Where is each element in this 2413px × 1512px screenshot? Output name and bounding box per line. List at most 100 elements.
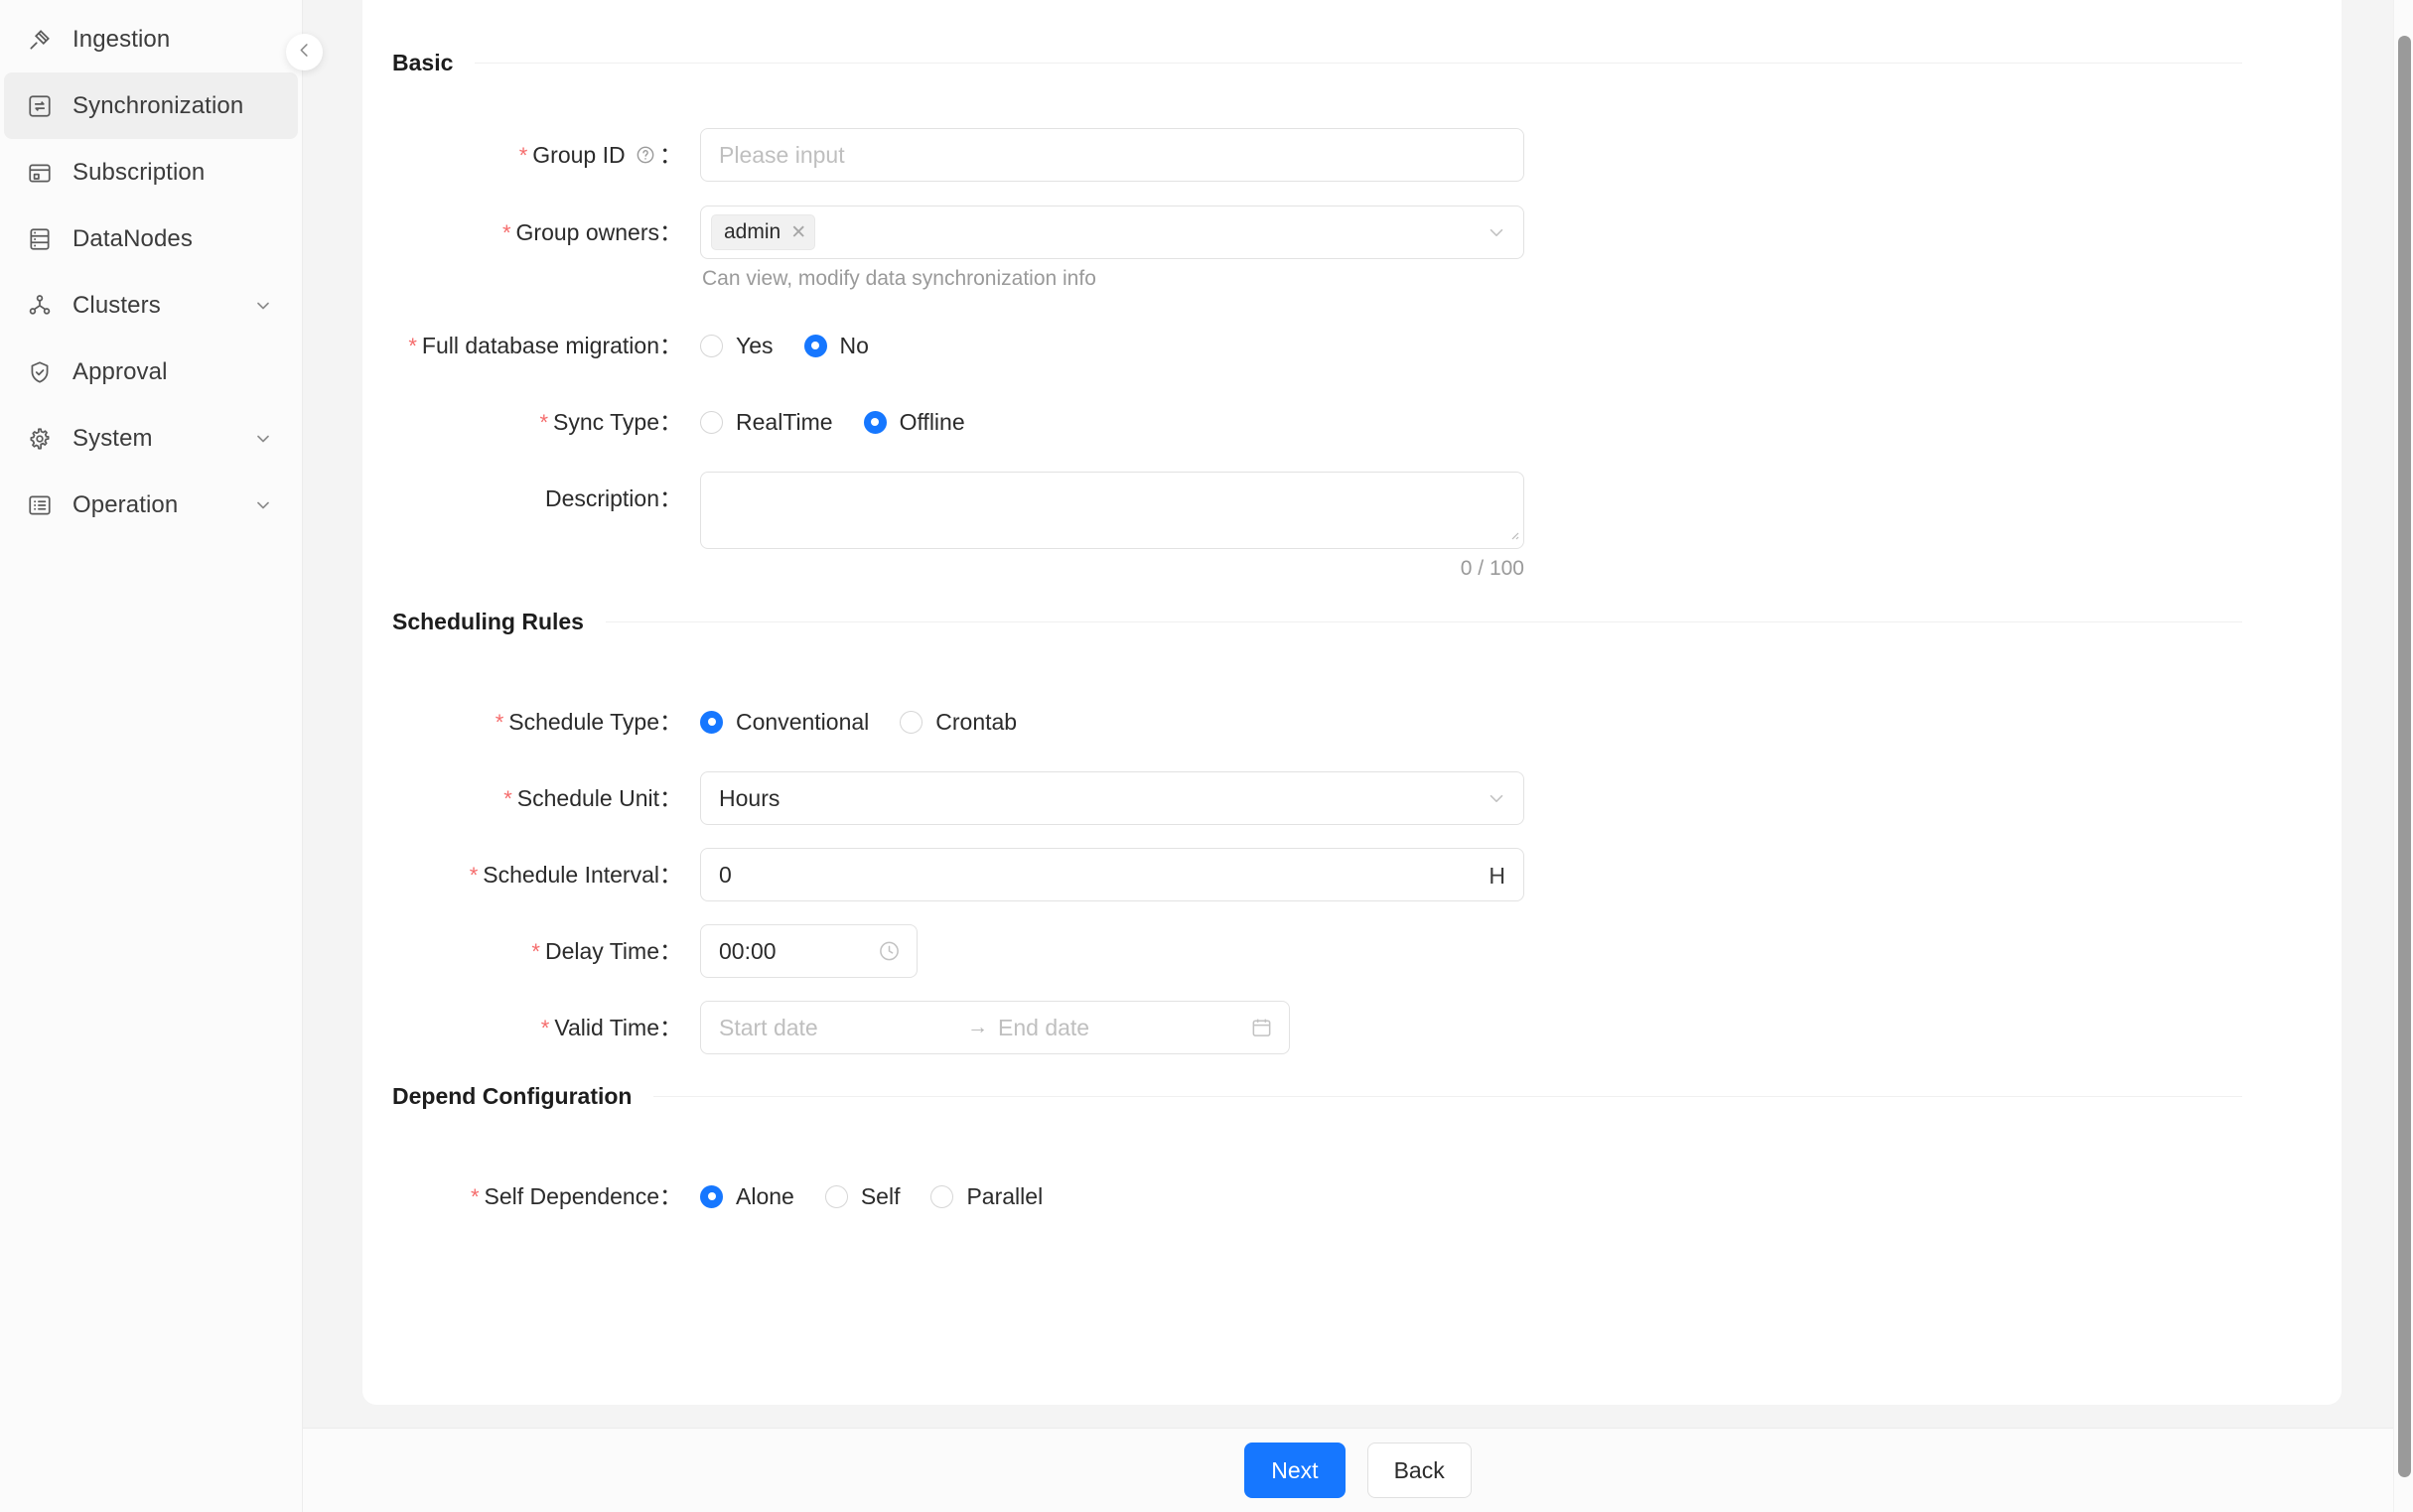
group-owners-helper-text: Can view, modify data synchronization in… xyxy=(700,267,2242,291)
required-indicator: * xyxy=(470,863,479,888)
sidebar-collapse-button[interactable] xyxy=(286,34,323,70)
schedule-unit-select[interactable]: Hours xyxy=(700,771,1524,825)
question-circle-icon[interactable] xyxy=(636,130,655,184)
radio-option-yes[interactable]: Yes xyxy=(700,333,774,359)
radio-dot xyxy=(700,711,723,734)
field-label: Description： xyxy=(392,472,700,525)
required-indicator: * xyxy=(471,1184,480,1209)
sidebar-item-clusters[interactable]: Clusters xyxy=(4,272,298,339)
section-title: Basic xyxy=(392,50,475,76)
field-label: *Sync Type： xyxy=(392,395,700,450)
section-header-scheduling: Scheduling Rules xyxy=(392,609,2242,635)
radio-option-realtime[interactable]: RealTime xyxy=(700,409,833,436)
radio-dot xyxy=(900,711,923,734)
chevron-down-icon[interactable] xyxy=(252,428,274,450)
sidebar-item-label: DataNodes xyxy=(72,227,274,251)
app-root: Ingestion Synchronization Subscription xyxy=(0,0,2413,1512)
description-counter: 0 / 100 xyxy=(700,557,1524,581)
field-self-dependence: *Self Dependence： Alone Self xyxy=(392,1169,2242,1224)
radio-label: Yes xyxy=(736,333,774,359)
chevron-down-icon[interactable] xyxy=(1486,787,1507,809)
sidebar-item-label: Synchronization xyxy=(72,94,274,118)
sidebar-item-datanodes[interactable]: DataNodes xyxy=(4,206,298,272)
sidebar-item-label: System xyxy=(72,427,252,451)
label-colon: ： xyxy=(659,333,682,358)
label-text: Group owners xyxy=(516,219,659,245)
form-footer: Next Back xyxy=(303,1428,2413,1512)
resize-grip-icon[interactable] xyxy=(1504,525,1520,546)
clusters-icon xyxy=(26,292,54,320)
sidebar-item-subscription[interactable]: Subscription xyxy=(4,139,298,206)
radio-option-crontab[interactable]: Crontab xyxy=(900,709,1017,736)
sidebar-item-ingestion[interactable]: Ingestion xyxy=(4,6,298,72)
close-icon[interactable]: ✕ xyxy=(790,221,806,244)
back-button[interactable]: Back xyxy=(1367,1443,1472,1498)
field-valid-time: *Valid Time： Start date → End date xyxy=(392,1001,2242,1055)
label-colon: ： xyxy=(659,219,682,245)
label-colon: ： xyxy=(659,709,682,735)
clock-icon[interactable] xyxy=(878,940,901,963)
radio-label: RealTime xyxy=(736,409,833,436)
sidebar-item-operation[interactable]: Operation xyxy=(4,472,298,538)
label-text: Valid Time xyxy=(554,1015,659,1040)
sidebar-item-approval[interactable]: Approval xyxy=(4,339,298,405)
radio-dot xyxy=(864,411,887,434)
schedule-type-radio-group: Conventional Crontab xyxy=(700,695,2242,749)
group-owners-select[interactable]: admin ✕ xyxy=(700,206,1524,259)
radio-dot xyxy=(700,411,723,434)
radio-option-self[interactable]: Self xyxy=(825,1183,901,1210)
valid-time-end-placeholder[interactable]: End date xyxy=(998,1015,1236,1041)
section-title: Depend Configuration xyxy=(392,1083,653,1110)
chevron-down-icon[interactable] xyxy=(252,494,274,516)
approval-icon xyxy=(26,358,54,386)
datanodes-icon xyxy=(26,225,54,253)
field-label: *Delay Time： xyxy=(392,924,700,979)
description-textarea[interactable] xyxy=(700,472,1524,549)
sidebar-item-system[interactable]: System xyxy=(4,405,298,472)
label-colon: ： xyxy=(659,1015,682,1040)
field-delay-time: *Delay Time： 00:00 xyxy=(392,924,2242,979)
radio-option-conventional[interactable]: Conventional xyxy=(700,709,869,736)
radio-option-offline[interactable]: Offline xyxy=(864,409,965,436)
field-label: *Group ID ： xyxy=(392,128,700,184)
field-description: Description： 0 / 100 xyxy=(392,472,2242,581)
valid-time-range-picker[interactable]: Start date → End date xyxy=(700,1001,1290,1054)
radio-dot xyxy=(930,1185,953,1208)
radio-label: Self xyxy=(861,1183,901,1210)
chevron-down-icon[interactable] xyxy=(1486,221,1507,243)
valid-time-start-placeholder[interactable]: Start date xyxy=(719,1015,957,1041)
radio-label: No xyxy=(840,333,869,359)
field-schedule-interval: *Schedule Interval： 0 H xyxy=(392,848,2242,902)
calendar-icon[interactable] xyxy=(1250,1017,1273,1039)
radio-option-no[interactable]: No xyxy=(804,333,869,359)
operation-icon xyxy=(26,491,54,519)
owner-tag[interactable]: admin ✕ xyxy=(711,214,815,250)
system-icon xyxy=(26,425,54,453)
vertical-scrollbar[interactable] xyxy=(2393,0,2413,1512)
radio-option-parallel[interactable]: Parallel xyxy=(930,1183,1043,1210)
form-card: Basic *Group ID ： Please input xyxy=(362,0,2342,1405)
required-indicator: * xyxy=(503,786,512,811)
schedule-interval-input[interactable]: 0 H xyxy=(700,848,1524,901)
sidebar-item-synchronization[interactable]: Synchronization xyxy=(4,72,298,139)
radio-option-alone[interactable]: Alone xyxy=(700,1183,794,1210)
chevron-down-icon[interactable] xyxy=(252,295,274,317)
input-placeholder: Please input xyxy=(719,142,845,169)
synchronization-icon xyxy=(26,92,54,120)
next-button[interactable]: Next xyxy=(1244,1443,1345,1498)
section-header-depend: Depend Configuration xyxy=(392,1083,2242,1110)
radio-dot xyxy=(804,335,827,357)
subscription-icon xyxy=(26,159,54,187)
delay-time-input[interactable]: 00:00 xyxy=(700,924,918,978)
group-id-input[interactable]: Please input xyxy=(700,128,1524,182)
scrollbar-thumb[interactable] xyxy=(2398,36,2411,1477)
ingestion-icon xyxy=(26,26,54,54)
full-database-migration-radio-group: Yes No xyxy=(700,319,2242,372)
sync-type-radio-group: RealTime Offline xyxy=(700,395,2242,449)
sidebar-item-label: Approval xyxy=(72,360,274,384)
field-label: *Self Dependence： xyxy=(392,1169,700,1224)
required-indicator: * xyxy=(531,939,540,964)
field-full-database-migration: *Full database migration： Yes No xyxy=(392,319,2242,373)
schedule-unit-value: Hours xyxy=(719,785,780,812)
label-text: Schedule Interval xyxy=(483,862,659,888)
